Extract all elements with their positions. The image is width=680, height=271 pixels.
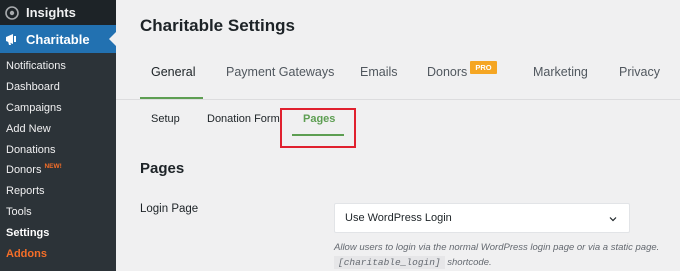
sidebar-item-label: Tools: [6, 205, 32, 218]
sidebar-item-label: Settings: [6, 226, 50, 239]
tab-emails[interactable]: Emails: [360, 65, 398, 79]
page-title: Charitable Settings: [140, 16, 295, 35]
login-page-help: Allow users to login via the normal Word…: [334, 240, 680, 270]
subtab-donation-form[interactable]: Donation Form: [207, 113, 280, 125]
login-page-select[interactable]: Use WordPress Login: [334, 203, 630, 233]
admin-sidebar: Insights Charitable Notifications Dashbo…: [0, 0, 116, 271]
sidebar-item-reports[interactable]: Reports: [0, 181, 116, 202]
login-page-label: Login Page: [140, 203, 199, 215]
help-text: Allow users to login via the normal Word…: [334, 242, 660, 253]
sidebar-item-label: Dashboard: [6, 81, 60, 94]
sidebar-item-label: Reports: [6, 185, 45, 198]
charitable-megaphone-icon: [4, 31, 20, 47]
tab-payment-gateways[interactable]: Payment Gateways: [226, 65, 334, 79]
tab-donors[interactable]: Donors: [427, 65, 467, 79]
insights-icon: [4, 5, 20, 21]
sidebar-item-settings[interactable]: Settings: [0, 222, 116, 243]
sidebar-item-dashboard[interactable]: Dashboard: [0, 77, 116, 98]
sidebar-item-label: Campaigns: [6, 101, 62, 114]
sidebar-item-label: Donors: [6, 164, 42, 177]
sidebar-item-addons[interactable]: Addons: [0, 243, 116, 264]
sidebar-item-label: Notifications: [6, 60, 66, 73]
sidebar-item-label: Charitable: [26, 31, 90, 47]
sidebar-item-label: Add New: [6, 122, 51, 135]
new-badge: NEW!: [44, 162, 62, 170]
sidebar-item-label: Addons: [6, 247, 47, 260]
sidebar-item-donors[interactable]: Donors NEW!: [0, 160, 116, 181]
section-title: Pages: [140, 160, 185, 177]
tab-privacy[interactable]: Privacy: [619, 65, 660, 79]
sidebar-item-donations[interactable]: Donations: [0, 139, 116, 160]
highlight-annotation-box: [280, 108, 356, 148]
select-value: Use WordPress Login: [345, 212, 452, 224]
sidebar-item-campaigns[interactable]: Campaigns: [0, 98, 116, 119]
pro-badge: PRO: [470, 61, 497, 74]
sidebar-item-notifications[interactable]: Notifications: [0, 56, 116, 77]
sidebar-submenu: Notifications Dashboard Campaigns Add Ne…: [0, 53, 116, 271]
sidebar-item-label: Donations: [6, 143, 56, 156]
sidebar-item-charitable[interactable]: Charitable: [0, 25, 116, 53]
help-suffix: shortcode.: [447, 257, 492, 268]
sidebar-item-insights[interactable]: Insights: [0, 0, 116, 25]
sidebar-item-label: Insights: [26, 5, 76, 20]
shortcode: [charitable_login]: [334, 256, 445, 269]
subtab-setup[interactable]: Setup: [151, 113, 180, 125]
tab-marketing[interactable]: Marketing: [533, 65, 588, 79]
tab-general[interactable]: General: [151, 65, 195, 79]
settings-main: Charitable Settings General Payment Gate…: [116, 0, 680, 271]
tabs-divider: [116, 99, 680, 100]
sidebar-item-add-new[interactable]: Add New: [0, 118, 116, 139]
chevron-down-icon: [609, 214, 617, 222]
sidebar-item-tools[interactable]: Tools: [0, 202, 116, 223]
